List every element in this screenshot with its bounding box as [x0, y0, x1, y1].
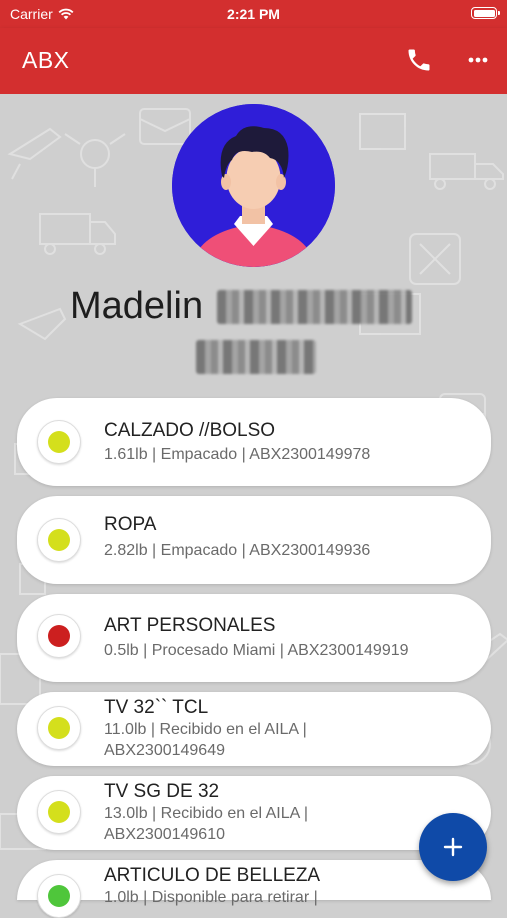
package-title: TV 32`` TCL — [104, 697, 209, 718]
user-avatar-illustration — [172, 104, 335, 267]
package-tracking: ABX2300149649 — [104, 742, 225, 759]
profile-name-line2 — [196, 340, 316, 379]
status-time: 2:21 PM — [227, 6, 280, 22]
package-card[interactable]: TV 32`` TCL 11.0lb | Recibido en el AILA… — [17, 692, 491, 766]
plus-icon — [443, 837, 463, 857]
phone-icon[interactable] — [405, 46, 433, 74]
battery-icon — [471, 7, 500, 19]
package-title: ROPA — [104, 514, 157, 535]
package-title: TV SG DE 32 — [104, 781, 220, 802]
package-card[interactable]: CALZADO //BOLSO 1.61lb | Empacado | ABX2… — [17, 398, 491, 486]
status-dot — [48, 885, 70, 907]
package-card[interactable]: ROPA 2.82lb | Empacado | ABX2300149936 — [17, 496, 491, 584]
status-indicator — [37, 614, 81, 658]
status-indicator — [37, 790, 81, 834]
package-details: 1.61lb | Empacado | ABX2300149978 — [104, 446, 371, 463]
package-details: 13.0lb | Recibido en el AILA | — [104, 805, 309, 822]
package-title: ART PERSONALES — [104, 615, 276, 636]
app-title: ABX — [22, 47, 70, 73]
first-name: Madelin — [70, 285, 204, 327]
package-card[interactable]: ARTICULO DE BELLEZA 1.0lb | Disponible p… — [17, 860, 491, 918]
package-card[interactable]: ART PERSONALES 0.5lb | Procesado Miami |… — [17, 594, 491, 682]
redacted-surname — [217, 289, 413, 324]
profile-name: Madelin — [70, 285, 413, 328]
status-dot — [48, 625, 70, 647]
package-title: ARTICULO DE BELLEZA — [104, 865, 321, 886]
avatar[interactable] — [172, 104, 335, 267]
package-title: CALZADO //BOLSO — [104, 420, 276, 441]
status-indicator — [37, 518, 81, 562]
status-dot — [48, 717, 70, 739]
package-details: 1.0lb | Disponible para retirar | — [104, 889, 318, 906]
redacted-surname-2 — [196, 340, 316, 374]
status-indicator — [37, 874, 81, 918]
status-bar: Carrier 2:21 PM — [0, 0, 507, 28]
status-dot — [48, 431, 70, 453]
more-horizontal-icon[interactable] — [464, 46, 492, 74]
status-indicator — [37, 420, 81, 464]
add-package-button[interactable] — [419, 813, 487, 881]
status-indicator — [37, 706, 81, 750]
status-dot — [48, 529, 70, 551]
package-details: 11.0lb | Recibido en el AILA | — [104, 721, 307, 738]
status-dot — [48, 801, 70, 823]
package-tracking: ABX2300149610 — [104, 826, 225, 843]
package-details: 2.82lb | Empacado | ABX2300149936 — [104, 542, 371, 559]
app-bar: ABX — [0, 28, 507, 94]
package-details: 0.5lb | Procesado Miami | ABX2300149919 — [104, 642, 409, 659]
